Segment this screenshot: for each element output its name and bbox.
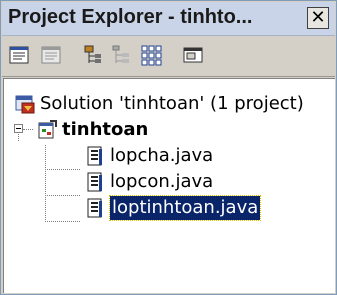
tree-line [45,221,80,222]
class-view-icon [84,45,101,63]
view-button[interactable] [182,44,204,66]
solution-icon [15,95,35,114]
tree-line [45,169,80,170]
solution-label: Solution 'tinhtoan' (1 project) [40,93,304,114]
java-file-icon [87,172,102,192]
grid-icon [141,45,162,66]
view-icon [183,47,203,63]
tree-line [45,195,80,196]
properties-button[interactable] [8,44,30,66]
project-icon [38,120,57,139]
project-explorer-window: Project Explorer - tinhto... ✕ Solution … [0,0,337,295]
collapse-toggle[interactable] [14,124,23,133]
java-file-icon [87,198,102,218]
close-icon: ✕ [310,7,326,28]
tree-line [45,145,46,222]
hierarchy-icon [112,45,129,63]
file-label: loptinhtoan.java [108,195,262,221]
hierarchy-button[interactable] [110,44,132,66]
solution-tree: Solution 'tinhtoan' (1 project) tinhtoan [3,78,335,293]
project-label: tinhtoan [62,119,149,140]
properties-icon [9,46,29,64]
file-label: lopcha.java [110,145,214,166]
title-bar[interactable]: Project Explorer - tinhto... ✕ [2,2,335,36]
window-title: Project Explorer - tinhto... [8,6,253,28]
toolbar [2,36,335,77]
tree-line [23,129,33,130]
grid-button[interactable] [140,44,162,66]
class-view-button[interactable] [82,44,104,66]
file-label: lopcon.java [110,171,214,192]
java-file-icon [87,146,102,166]
show-all-files-icon [41,46,61,64]
close-button[interactable]: ✕ [307,7,329,29]
show-all-files-button[interactable] [40,44,62,66]
